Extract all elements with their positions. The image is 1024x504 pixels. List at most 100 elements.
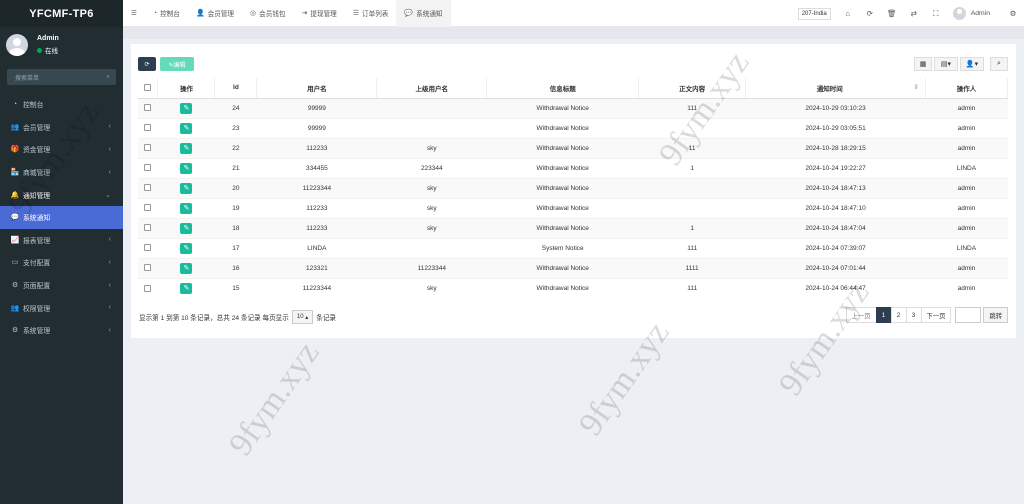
actions-cell: ✎ bbox=[157, 137, 215, 158]
edit-row-button[interactable]: ✎ bbox=[180, 122, 193, 134]
table-row[interactable]: ✎ 22 112233 sky Withdrawal Notice 11 2024-10-2… bbox=[138, 137, 1008, 158]
tab-item[interactable]: ☰ 订单列表 bbox=[345, 0, 397, 27]
checkbox-icon[interactable] bbox=[144, 124, 152, 132]
table-row[interactable]: ✎ 19 112233 sky Withdrawal Notice 2024-10-24 … bbox=[138, 197, 1008, 218]
id-cell: 21 bbox=[214, 157, 257, 178]
tab-item[interactable]: 👤 会员管理 bbox=[188, 0, 242, 27]
row-checkbox-cell[interactable] bbox=[138, 197, 158, 218]
sidebar-item[interactable]: ▭ 支付配置 ‹ bbox=[0, 251, 123, 274]
checkbox-icon[interactable] bbox=[144, 164, 152, 172]
home-icon[interactable]: ⌂ bbox=[837, 9, 859, 18]
checkbox-icon[interactable] bbox=[144, 204, 152, 212]
toggle-view-button[interactable]: ▦ bbox=[914, 57, 932, 71]
edit-row-button[interactable]: ✎ bbox=[180, 142, 193, 154]
col-header-time[interactable]: 通知时间 ⇕ bbox=[745, 78, 926, 99]
refresh-icon[interactable]: ⟳ bbox=[859, 9, 881, 18]
edit-row-button[interactable]: ✎ bbox=[180, 102, 193, 114]
table-row[interactable]: ✎ 16 123321 11223344 Withdrawal Notice 1111 20… bbox=[138, 257, 1008, 278]
checkbox-icon[interactable] bbox=[144, 224, 152, 232]
checkbox-icon[interactable] bbox=[144, 284, 152, 292]
jump-page-input[interactable] bbox=[955, 307, 982, 323]
row-checkbox-cell[interactable] bbox=[138, 157, 158, 178]
search-icon[interactable]: ⌕ bbox=[107, 74, 110, 81]
tab-item[interactable]: ⇥ 提现管理 bbox=[294, 0, 345, 27]
next-page-button[interactable]: 下一页 bbox=[920, 307, 952, 323]
checkbox-icon[interactable] bbox=[144, 144, 152, 152]
sidebar-item[interactable]: 🏪 商城管理 ‹ bbox=[0, 161, 123, 184]
row-checkbox-cell[interactable] bbox=[138, 217, 158, 238]
translate-icon[interactable]: ⇄ bbox=[903, 9, 925, 18]
sidebar-item[interactable]: 👥 权限管理 ‹ bbox=[0, 296, 123, 319]
checkbox-icon[interactable] bbox=[144, 264, 152, 272]
page-3-button[interactable]: 3 bbox=[905, 307, 922, 323]
edit-row-button[interactable]: ✎ bbox=[180, 182, 193, 194]
header-username[interactable]: Admin bbox=[971, 10, 990, 17]
header-avatar[interactable] bbox=[952, 7, 966, 20]
table-row[interactable]: ✎ 17 LINDA System Notice 111 2024-10-24 07:39… bbox=[138, 237, 1008, 258]
row-checkbox-cell[interactable] bbox=[138, 177, 158, 198]
row-checkbox-cell[interactable] bbox=[138, 117, 158, 138]
app-logo[interactable]: YFCMF-TP6 bbox=[0, 0, 123, 27]
id-cell: 17 bbox=[214, 237, 257, 258]
sidebar-item[interactable]: 💬 系统通知 bbox=[0, 205, 123, 229]
title-cell: Withdrawal Notice bbox=[486, 157, 639, 178]
sidebar-item[interactable]: ⚙ 系统管理 ‹ bbox=[0, 319, 123, 342]
sidebar-item[interactable]: 👥 会员管理 ‹ bbox=[0, 116, 123, 139]
table-row[interactable]: ✎ 23 99999 Withdrawal Notice 2024-10-29 03:0… bbox=[138, 117, 1008, 138]
checkbox-icon[interactable] bbox=[144, 244, 152, 252]
sidebar-toggle-button[interactable]: ☰ bbox=[123, 0, 145, 27]
row-checkbox-cell[interactable] bbox=[138, 97, 158, 118]
sidebar-item[interactable]: ⚙ 页面配置 ‹ bbox=[0, 274, 123, 297]
sort-icon[interactable]: ⇕ bbox=[914, 83, 919, 91]
title-cell: Withdrawal Notice bbox=[486, 97, 639, 118]
table-row[interactable]: ✎ 21 334455 223344 Withdrawal Notice 1 2024-10… bbox=[138, 157, 1008, 178]
edit-button[interactable]: ✎编辑 bbox=[160, 57, 194, 71]
sidebar-item[interactable]: 🔔 通知管理 ⌄ bbox=[0, 183, 123, 206]
edit-row-button[interactable]: ✎ bbox=[180, 202, 193, 214]
fullscreen-icon[interactable]: ⛶ bbox=[925, 9, 947, 19]
jump-button[interactable]: 跳转 bbox=[983, 307, 1008, 323]
time-cell: 2024-10-24 19:22:27 bbox=[745, 157, 926, 178]
columns-dropdown-button[interactable]: ▤▾ bbox=[934, 57, 958, 71]
edit-row-button[interactable]: ✎ bbox=[180, 262, 193, 274]
row-checkbox-cell[interactable] bbox=[138, 257, 158, 278]
export-dropdown-button[interactable]: 👤▾ bbox=[960, 57, 984, 71]
table-row[interactable]: ✎ 18 112233 sky Withdrawal Notice 1 2024-10-24… bbox=[138, 217, 1008, 238]
tab-item[interactable]: 💬 系统通知 bbox=[396, 0, 451, 27]
checkbox-icon[interactable] bbox=[144, 104, 152, 112]
tab-item[interactable]: ◔ 控制台 bbox=[145, 0, 188, 27]
dashboard-icon: ◔ bbox=[12, 100, 18, 108]
table-row[interactable]: ✎ 24 99999 Withdrawal Notice 111 2024-10-29 0… bbox=[138, 97, 1008, 118]
edit-row-button[interactable]: ✎ bbox=[180, 282, 193, 294]
page-2-button[interactable]: 2 bbox=[890, 307, 907, 323]
row-checkbox-cell[interactable] bbox=[138, 137, 158, 158]
sidebar-item[interactable]: ◔ 控制台 bbox=[0, 93, 123, 116]
time-cell: 2024-10-24 07:01:44 bbox=[745, 257, 926, 278]
username-cell: 112233 bbox=[256, 217, 377, 238]
checkbox-icon[interactable] bbox=[144, 184, 152, 192]
row-checkbox-cell[interactable] bbox=[138, 237, 158, 258]
select-all-checkbox[interactable] bbox=[138, 78, 159, 99]
search-toggle-button[interactable]: ⌕ bbox=[990, 57, 1008, 71]
page-size-select[interactable]: 10 ▴ bbox=[291, 310, 314, 324]
edit-row-button[interactable]: ✎ bbox=[180, 242, 193, 254]
col-header-id[interactable]: Id bbox=[214, 78, 258, 99]
prev-page-button[interactable]: 上一页 bbox=[845, 307, 877, 323]
menu-search-input[interactable]: 搜索菜单 ⌕ bbox=[7, 69, 116, 85]
table-row[interactable]: ✎ 15 11223344 sky Withdrawal Notice 111 2024-1… bbox=[138, 277, 1008, 298]
refresh-button[interactable]: ⟳ bbox=[138, 57, 156, 71]
sidebar-item[interactable]: 🎁 资金管理 ‹ bbox=[0, 138, 123, 161]
page-1-button[interactable]: 1 bbox=[875, 307, 892, 323]
settings-icon[interactable]: ⚙ bbox=[1002, 9, 1024, 18]
actions-cell: ✎ bbox=[157, 257, 215, 278]
table-row[interactable]: ✎ 20 11223344 sky Withdrawal Notice 2024-10-2… bbox=[138, 177, 1008, 198]
trash-icon[interactable]: 🗑 bbox=[881, 9, 903, 18]
tab-item[interactable]: ◎ 会员钱包 bbox=[242, 0, 293, 27]
language-select[interactable]: 207-India bbox=[797, 7, 831, 20]
content-cell: 111 bbox=[638, 97, 746, 118]
edit-row-button[interactable]: ✎ bbox=[180, 222, 193, 234]
sidebar-item[interactable]: 📈 报表管理 ‹ bbox=[0, 229, 123, 252]
edit-row-button[interactable]: ✎ bbox=[180, 162, 193, 174]
row-checkbox-cell[interactable] bbox=[138, 277, 158, 298]
checkbox-icon[interactable] bbox=[144, 84, 152, 92]
